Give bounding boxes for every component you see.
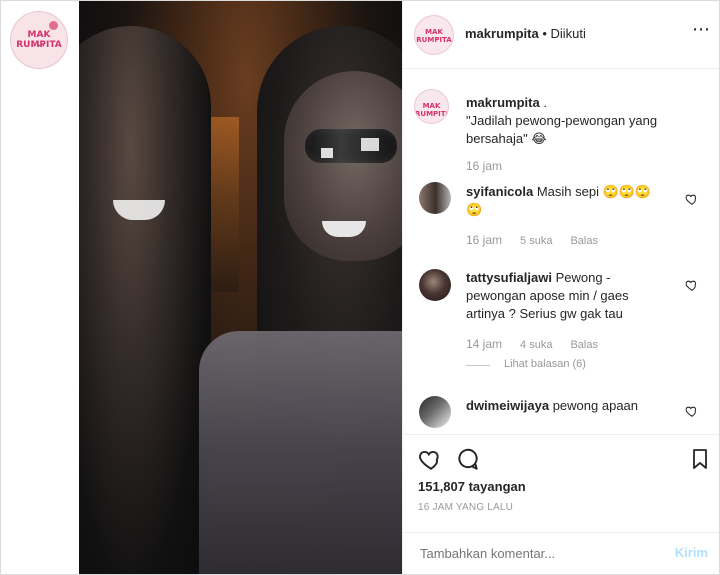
send-comment-button[interactable]: Kirim [675,545,708,560]
like-heart-icon[interactable] [685,192,699,206]
comments-list[interactable]: MAK RUMPITA makrumpita . "Jadilah pewong… [403,69,719,434]
reply-link[interactable]: Balas [570,235,598,247]
glasses-glare-left [321,148,333,158]
reply-line [466,365,490,366]
caption-username[interactable]: makrumpita [466,95,540,110]
view-replies-link[interactable]: Lihat balasan (6) [504,358,586,370]
comment-text: dwimeiwijaya pewong apaan [466,397,691,415]
caption-text: makrumpita . "Jadilah pewong-pewongan ya… [466,94,701,148]
comment-body: pewong apaan [549,398,639,413]
comment-username[interactable]: tattysufialjawi [466,270,552,285]
comment-composer: Kirim [403,532,719,574]
glasses-glare-right [361,138,379,151]
comment-time[interactable]: 16 jam [466,233,502,247]
comment-meta: 14 jam 4 suka Balas [466,337,598,351]
comment-likes[interactable]: 4 suka [520,339,552,351]
post-actions: 151,807 tayangan 16 JAM YANG LALU Kirim [403,434,719,562]
sunglasses [305,129,397,163]
profile-logo[interactable]: MAK RUMPITA • • • [10,11,68,69]
logo-dots: • • • [33,43,45,50]
comment-text: syifanicola Masih sepi 🙄🙄🙄 🙄 [466,183,691,219]
post-header: MAK RUMPITA makrumpita • Diikuti ⋯ [403,1,719,69]
comment-text: tattysufialjawi Pewong - pewongan apose … [466,269,686,323]
page-left-strip: MAK RUMPITA • • • [1,1,79,574]
commenter-avatar[interactable] [419,396,451,428]
more-options-icon[interactable]: ⋯ [691,20,711,40]
save-bookmark-icon[interactable] [688,446,712,472]
header-username[interactable]: makrumpita • Diikuti [465,26,586,41]
post-time: 16 JAM YANG LALU [418,502,514,513]
like-heart-icon[interactable] [685,404,699,418]
caption-meta: 16 jam [466,159,502,173]
comment-username[interactable]: dwimeiwijaya [466,398,549,413]
caption-avatar-logo: MAK RUMPITA [415,102,449,118]
header-avatar[interactable]: MAK RUMPITA [414,15,454,55]
post-sidebar: MAK RUMPITA makrumpita • Diikuti ⋯ MAK R… [402,1,719,574]
commenter-avatar[interactable] [419,269,451,301]
add-comment-input[interactable] [418,545,652,562]
comment-icon[interactable] [455,446,481,472]
comment-meta: 16 jam 5 suka Balas [466,233,598,247]
header-avatar-logo: MAK RUMPITA [416,28,452,44]
follow-status: • Diikuti [538,26,586,41]
reply-link[interactable]: Balas [570,339,598,351]
commenter-avatar[interactable] [419,182,451,214]
video-player[interactable] [79,1,402,574]
caption-avatar[interactable]: MAK RUMPITA [414,89,449,124]
comment-username[interactable]: syifanicola [466,184,533,199]
views-count[interactable]: 151,807 tayangan [418,479,526,494]
instagram-post-window: MAK RUMPITA • • • MAK RUMPITA makrumpita… [0,0,720,575]
like-icon[interactable] [418,446,444,472]
video-person-left [79,26,211,574]
username-text[interactable]: makrumpita [465,26,539,41]
caption-time[interactable]: 16 jam [466,159,502,173]
like-heart-icon[interactable] [685,278,699,292]
comment-time[interactable]: 14 jam [466,337,502,351]
bird-icon [49,21,58,30]
video-person-right-shirt [199,331,402,574]
comment-likes[interactable]: 5 suka [520,235,552,247]
